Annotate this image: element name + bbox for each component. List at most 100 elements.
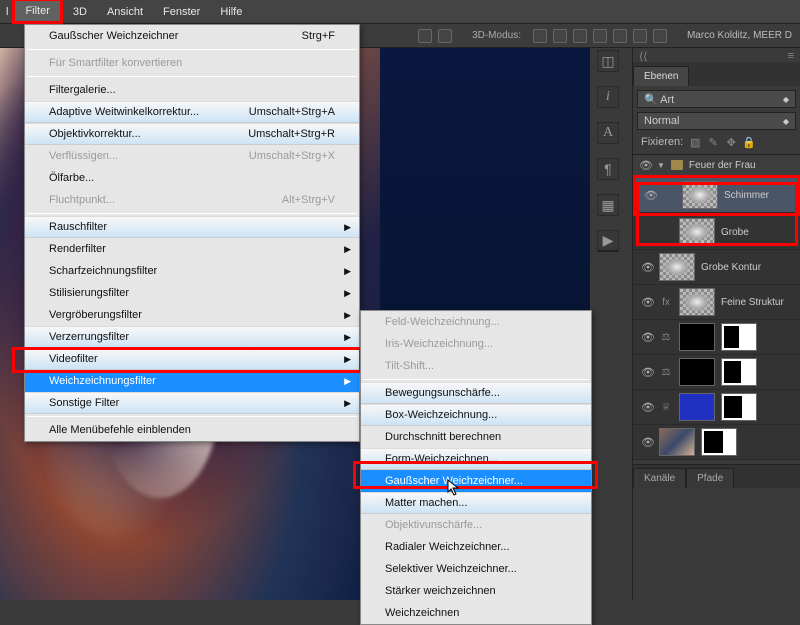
gaussian-blur[interactable]: Gaußscher Weichzeichner... bbox=[361, 470, 591, 492]
opt-icon-1[interactable] bbox=[418, 29, 432, 43]
menu-prev[interactable]: l bbox=[4, 2, 12, 22]
shape-blur[interactable]: Form-Weichzeichnen... bbox=[361, 448, 591, 470]
menu-help[interactable]: Hilfe bbox=[210, 2, 252, 22]
visibility-icon[interactable]: 👁 bbox=[644, 189, 656, 201]
paragraph-icon[interactable]: ¶ bbox=[597, 158, 619, 180]
layer-name[interactable]: Grobe Kontur bbox=[701, 262, 761, 273]
video-submenu[interactable]: Videofilter▶ bbox=[25, 348, 359, 370]
noise-submenu[interactable]: Rauschfilter▶ bbox=[25, 216, 359, 238]
adaptive-wide[interactable]: Adaptive Weitwinkelkorrektur...Umschalt+… bbox=[25, 101, 359, 123]
adjustment-icon[interactable]: ⚖ bbox=[659, 367, 673, 378]
type-icon[interactable]: A bbox=[597, 122, 619, 144]
mode-icon-4[interactable] bbox=[593, 29, 607, 43]
histogram-icon[interactable]: ◫ bbox=[597, 50, 619, 72]
layer-thumbnail[interactable] bbox=[679, 358, 715, 386]
visibility-icon[interactable]: 👁 bbox=[641, 436, 653, 448]
layer-name[interactable]: Feine Struktur bbox=[721, 297, 784, 308]
layer-thumbnail[interactable] bbox=[659, 428, 695, 456]
collapse-icon[interactable]: ⟨⟨ bbox=[639, 50, 648, 60]
user-label: Marco Kolditz, MEER D bbox=[687, 30, 792, 41]
layer-thumbnail[interactable] bbox=[682, 181, 718, 209]
mode-icon-7[interactable] bbox=[653, 29, 667, 43]
layer-thumbnail[interactable] bbox=[679, 218, 715, 246]
layer-row[interactable]: 👁 ♕ bbox=[633, 390, 800, 425]
box-blur[interactable]: Box-Weichzeichnung... bbox=[361, 404, 591, 426]
blur-submenu-panel: Feld-Weichzeichnung... Iris-Weichzeichnu… bbox=[360, 310, 592, 625]
menu-window[interactable]: Fenster bbox=[153, 2, 210, 22]
opt-icon-2[interactable] bbox=[438, 29, 452, 43]
lens-blur: Objektivunschärfe... bbox=[361, 514, 591, 536]
matte[interactable]: Matter machen... bbox=[361, 492, 591, 514]
motion-blur[interactable]: Bewegungsunschärfe... bbox=[361, 382, 591, 404]
group-name[interactable]: Feuer der Frau bbox=[689, 160, 756, 171]
info-icon[interactable]: i bbox=[597, 86, 619, 108]
pixelate-submenu[interactable]: Vergröberungsfilter▶ bbox=[25, 304, 359, 326]
mask-thumbnail[interactable] bbox=[721, 358, 757, 386]
visibility-icon[interactable] bbox=[641, 226, 653, 238]
sharpen-submenu[interactable]: Scharfzeichnungsfilter▶ bbox=[25, 260, 359, 282]
visibility-icon[interactable]: 👁 bbox=[641, 366, 653, 378]
oil-paint[interactable]: Ölfarbe... bbox=[25, 167, 359, 189]
stylize-submenu[interactable]: Stilisierungsfilter▶ bbox=[25, 282, 359, 304]
blur-submenu[interactable]: Weichzeichnungsfilter▶ bbox=[25, 370, 359, 392]
channels-tab[interactable]: Kanäle bbox=[633, 468, 686, 488]
blur-more[interactable]: Stärker weichzeichnen bbox=[361, 580, 591, 602]
disclosure-icon[interactable]: ▼ bbox=[657, 161, 665, 170]
lens-correction[interactable]: Objektivkorrektur...Umschalt+Strg+R bbox=[25, 123, 359, 145]
layer-thumbnail[interactable] bbox=[659, 253, 695, 281]
menu-3d[interactable]: 3D bbox=[63, 2, 97, 22]
mask-thumbnail[interactable] bbox=[721, 393, 757, 421]
radial-blur[interactable]: Radialer Weichzeichner... bbox=[361, 536, 591, 558]
lock-brush-icon[interactable]: ✎ bbox=[707, 136, 719, 148]
layer-name[interactable]: Schimmer bbox=[724, 190, 769, 201]
layer-name[interactable]: Grobe bbox=[721, 227, 749, 238]
distort-submenu[interactable]: Verzerrungsfilter▶ bbox=[25, 326, 359, 348]
layer-row[interactable]: 👁 fx Feine Struktur bbox=[633, 285, 800, 320]
layer-row[interactable]: Grobe bbox=[633, 215, 800, 250]
layers-tab[interactable]: Ebenen bbox=[633, 66, 689, 86]
mode-icon-3[interactable] bbox=[573, 29, 587, 43]
visibility-icon[interactable]: 👁 bbox=[641, 296, 653, 308]
blur-normal[interactable]: Weichzeichnen bbox=[361, 602, 591, 624]
layer-row[interactable]: 👁 bbox=[633, 425, 800, 460]
visibility-icon[interactable]: 👁 bbox=[641, 331, 653, 343]
layer-row[interactable]: 👁 Grobe Kontur bbox=[633, 250, 800, 285]
other-submenu[interactable]: Sonstige Filter▶ bbox=[25, 392, 359, 414]
filter-kind-select[interactable]: 🔍 Art◆ bbox=[637, 90, 796, 108]
layer-row[interactable]: 👁 ⚖ bbox=[633, 355, 800, 390]
lock-pixels-icon[interactable]: ▨ bbox=[689, 136, 701, 148]
mode-icon-5[interactable] bbox=[613, 29, 627, 43]
timeline-icon[interactable]: ▶ bbox=[597, 230, 619, 252]
layer-group-header[interactable]: 👁 ▼ Feuer der Frau bbox=[633, 154, 800, 176]
smart-blur[interactable]: Selektiver Weichzeichner... bbox=[361, 558, 591, 580]
lock-all-icon[interactable]: 🔒 bbox=[743, 136, 755, 148]
recent-filter[interactable]: Gaußscher WeichzeichnerStrg+F bbox=[25, 25, 359, 47]
average[interactable]: Durchschnitt berechnen bbox=[361, 426, 591, 448]
menu-filter[interactable]: Filter bbox=[12, 0, 62, 24]
visibility-icon[interactable]: 👁 bbox=[639, 159, 651, 171]
layer-row[interactable]: 👁 ⚖ bbox=[633, 320, 800, 355]
render-submenu[interactable]: Renderfilter▶ bbox=[25, 238, 359, 260]
panel-menu-icon[interactable]: ≡ bbox=[788, 50, 794, 60]
blend-mode-select[interactable]: Normal◆ bbox=[637, 112, 796, 130]
layer-thumbnail[interactable] bbox=[679, 288, 715, 316]
paths-tab[interactable]: Pfade bbox=[686, 468, 734, 488]
lock-move-icon[interactable]: ✥ bbox=[725, 136, 737, 148]
menu-view[interactable]: Ansicht bbox=[97, 2, 153, 22]
mode-icon-2[interactable] bbox=[553, 29, 567, 43]
fx-icon[interactable]: fx bbox=[659, 297, 673, 308]
mask-thumbnail[interactable] bbox=[701, 428, 737, 456]
show-all-menu[interactable]: Alle Menübefehle einblenden bbox=[25, 419, 359, 441]
adjustment-icon[interactable]: ⚖ bbox=[659, 332, 673, 343]
layer-row[interactable]: 👁 Schimmer bbox=[636, 178, 797, 213]
mode-icon-1[interactable] bbox=[533, 29, 547, 43]
visibility-icon[interactable]: 👁 bbox=[641, 261, 653, 273]
layer-thumbnail[interactable] bbox=[679, 393, 715, 421]
filter-gallery[interactable]: Filtergalerie... bbox=[25, 79, 359, 101]
adjustment-icon[interactable]: ♕ bbox=[659, 402, 673, 413]
mode-icon-6[interactable] bbox=[633, 29, 647, 43]
layer-thumbnail[interactable] bbox=[679, 323, 715, 351]
swatches-icon[interactable]: ▦ bbox=[597, 194, 619, 216]
visibility-icon[interactable]: 👁 bbox=[641, 401, 653, 413]
mask-thumbnail[interactable] bbox=[721, 323, 757, 351]
